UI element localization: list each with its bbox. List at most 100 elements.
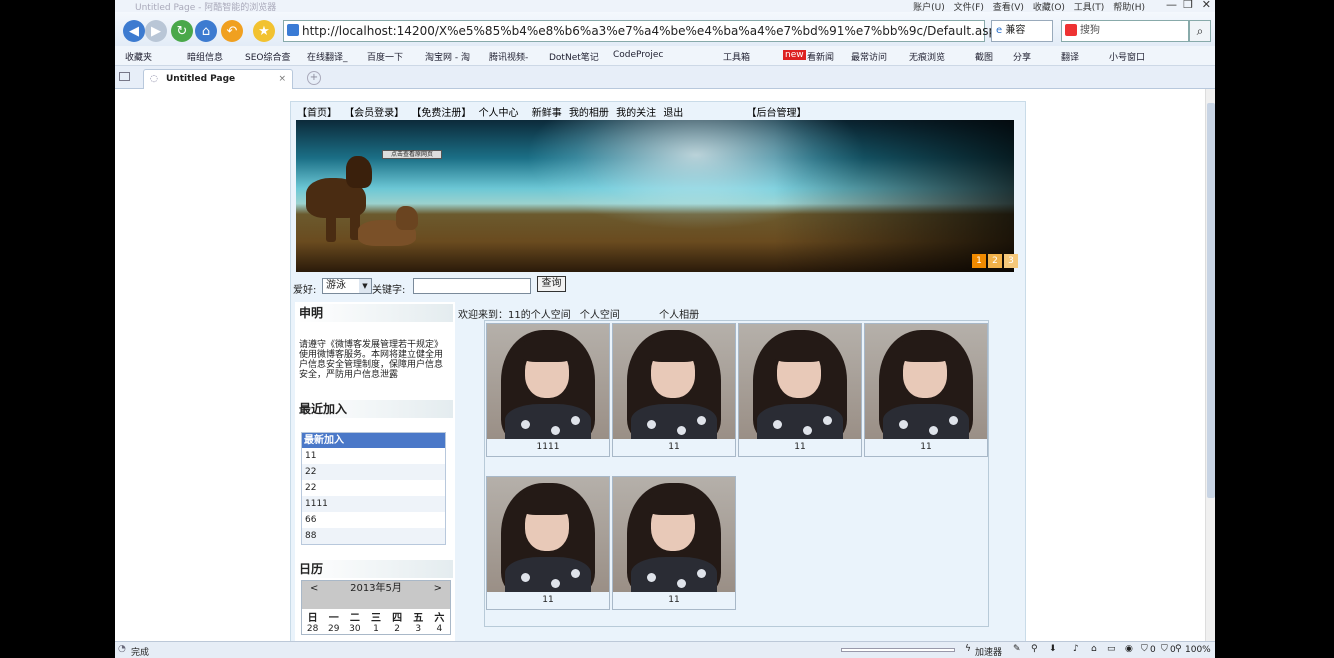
photo-image xyxy=(613,324,735,439)
fav-taobao[interactable]: 淘宝网 - 淘 xyxy=(425,50,470,63)
list-item[interactable]: 22 xyxy=(302,464,445,480)
nav-my-album[interactable]: 我的相册 xyxy=(569,108,609,119)
calendar-day[interactable]: 30 xyxy=(344,624,365,634)
photo-caption: 11 xyxy=(542,595,554,605)
vertical-scrollbar[interactable] xyxy=(1205,89,1215,641)
close-tab-icon[interactable]: × xyxy=(278,70,286,88)
photo-caption: 11 xyxy=(668,595,680,605)
photo-card[interactable]: 11 xyxy=(612,323,736,457)
weekday-thu: 四 xyxy=(392,613,403,624)
refresh-button[interactable]: ↻ xyxy=(171,20,193,42)
nav-login[interactable]: 【会员登录】 xyxy=(344,108,404,119)
banner-page-3[interactable]: 3 xyxy=(1004,254,1018,268)
favorite-button[interactable]: ★ xyxy=(253,20,275,42)
calendar-day[interactable]: 2 xyxy=(387,624,408,634)
nav-personal-center[interactable]: 个人中心 xyxy=(479,108,519,119)
fav-tencent-video[interactable]: 腾讯视频- xyxy=(489,50,528,63)
chevron-down-icon: ▼ xyxy=(359,279,371,293)
calendar-day[interactable]: 28 xyxy=(302,624,323,634)
fav-alt-window[interactable]: 小号窗口 xyxy=(1109,50,1145,63)
address-bar[interactable]: http://localhost:14200/X%e5%85%b4%e8%b6%… xyxy=(283,20,1003,42)
photo-caption: 11 xyxy=(668,442,680,452)
refresh-icon: ↻ xyxy=(176,23,188,39)
photo-image xyxy=(739,324,861,439)
new-badge: new xyxy=(783,50,806,60)
calendar-day[interactable]: 3 xyxy=(408,624,429,634)
forward-button[interactable]: ▶ xyxy=(145,20,167,42)
fav-news[interactable]: 看新闻 xyxy=(807,50,834,63)
accelerator-label[interactable]: 加速器 xyxy=(975,645,1002,658)
shield-icon-2: ⛉ xyxy=(1161,644,1168,654)
photo-card[interactable]: 11 xyxy=(864,323,988,457)
scrollbar-thumb[interactable] xyxy=(1207,103,1215,498)
fav-screenshot[interactable]: 截图 xyxy=(975,50,993,63)
fav-most-visited[interactable]: 最常访问 xyxy=(851,50,887,63)
fav-translate[interactable]: 在线翻译_ xyxy=(307,50,348,63)
nav-news[interactable]: 新鲜事 xyxy=(532,108,562,119)
sidebar-toggle-icon[interactable] xyxy=(119,72,130,81)
keyword-label: 关键字: xyxy=(372,285,406,296)
calendar-day[interactable]: 4 xyxy=(429,624,450,634)
search-engine-input[interactable]: 搜狗 xyxy=(1061,20,1189,42)
calendar-day[interactable]: 1 xyxy=(365,624,386,634)
fav-private[interactable]: 无痕浏览 xyxy=(909,50,945,63)
volume-icon[interactable]: ♪ xyxy=(1073,644,1079,654)
fav-translate-tool[interactable]: 翻译 xyxy=(1061,50,1079,63)
progress-slider[interactable] xyxy=(841,648,955,652)
fav-favorites[interactable]: 收藏夹 xyxy=(125,50,152,63)
fav-codeproject[interactable]: CodeProjec xyxy=(613,50,663,60)
photo-card[interactable]: 11 xyxy=(612,476,736,610)
main-content: 欢迎来到：11的个人空间 个人空间 个人相册 1111 11 11 11 11 … xyxy=(456,302,1016,632)
calendar-next-button[interactable]: > xyxy=(434,581,442,597)
back-button[interactable]: ◀ xyxy=(123,20,145,42)
photo-caption: 1111 xyxy=(536,442,560,452)
recent-header: 最新加入 xyxy=(302,433,445,448)
compat-label: 兼容 xyxy=(1005,25,1026,36)
keyword-input[interactable] xyxy=(413,278,531,294)
search-button[interactable]: ⌕ xyxy=(1189,20,1211,42)
banner-page-2[interactable]: 2 xyxy=(988,254,1002,268)
home-button[interactable]: ⌂ xyxy=(195,20,217,42)
calendar-prev-button[interactable]: < xyxy=(310,581,318,597)
tab-untitled-page[interactable]: ◌ Untitled Page × xyxy=(143,69,293,89)
minimize-button[interactable]: — xyxy=(1166,0,1177,11)
undo-button[interactable]: ↶ xyxy=(221,20,243,42)
home-status-icon[interactable]: ⌂ xyxy=(1091,644,1097,654)
nav-home[interactable]: 【首页】 xyxy=(297,108,337,119)
download-icon[interactable]: ⬇ xyxy=(1049,644,1057,654)
list-item[interactable]: 88 xyxy=(302,528,445,544)
close-window-button[interactable]: ✕ xyxy=(1202,0,1211,11)
fav-baidu[interactable]: 百度一下 xyxy=(367,50,403,63)
calendar-day[interactable]: 29 xyxy=(323,624,344,634)
fav-anzu[interactable]: 暗组信息 xyxy=(187,50,223,63)
compat-mode-button[interactable]: e 兼容 xyxy=(991,20,1053,42)
fav-dotnet[interactable]: DotNet笔记 xyxy=(549,50,599,63)
new-tab-button[interactable]: + xyxy=(307,71,321,85)
nav-my-follow[interactable]: 我的关注 xyxy=(616,108,656,119)
photo-card[interactable]: 11 xyxy=(738,323,862,457)
photo-card[interactable]: 1111 xyxy=(486,323,610,457)
site-page: 【首页】 【会员登录】 【免费注册】 个人中心 新鲜事 我的相册 我的关注 退出… xyxy=(290,101,1026,641)
nav-admin[interactable]: 【后台管理】 xyxy=(747,108,807,119)
window-icon[interactable]: ▭ xyxy=(1107,644,1116,654)
nav-logout[interactable]: 退出 xyxy=(663,108,683,119)
weekday-sun: 日 xyxy=(307,613,318,624)
list-item[interactable]: 1111 xyxy=(302,496,445,512)
fav-seo[interactable]: SEO综合查 xyxy=(245,50,290,63)
edit-icon[interactable]: ✎ xyxy=(1013,644,1021,654)
pin-icon[interactable]: ⚲ xyxy=(1031,644,1038,654)
view-original-button[interactable]: 点击查看原网页 xyxy=(382,150,442,159)
photo-card[interactable]: 11 xyxy=(486,476,610,610)
nav-register[interactable]: 【免费注册】 xyxy=(411,108,471,119)
list-item[interactable]: 11 xyxy=(302,448,445,464)
eye-icon[interactable]: ◉ xyxy=(1125,644,1133,654)
banner-page-1[interactable]: 1 xyxy=(972,254,986,268)
restore-button[interactable]: ❐ xyxy=(1183,0,1193,11)
list-item[interactable]: 22 xyxy=(302,480,445,496)
query-button[interactable]: 查询 xyxy=(537,276,566,292)
fav-toolbox[interactable]: 工具箱 xyxy=(723,50,750,63)
zoom-level[interactable]: 100% xyxy=(1185,645,1211,655)
fav-share[interactable]: 分享 xyxy=(1013,50,1031,63)
list-item[interactable]: 66 xyxy=(302,512,445,528)
hobby-select[interactable]: 游泳 ▼ xyxy=(322,278,372,294)
